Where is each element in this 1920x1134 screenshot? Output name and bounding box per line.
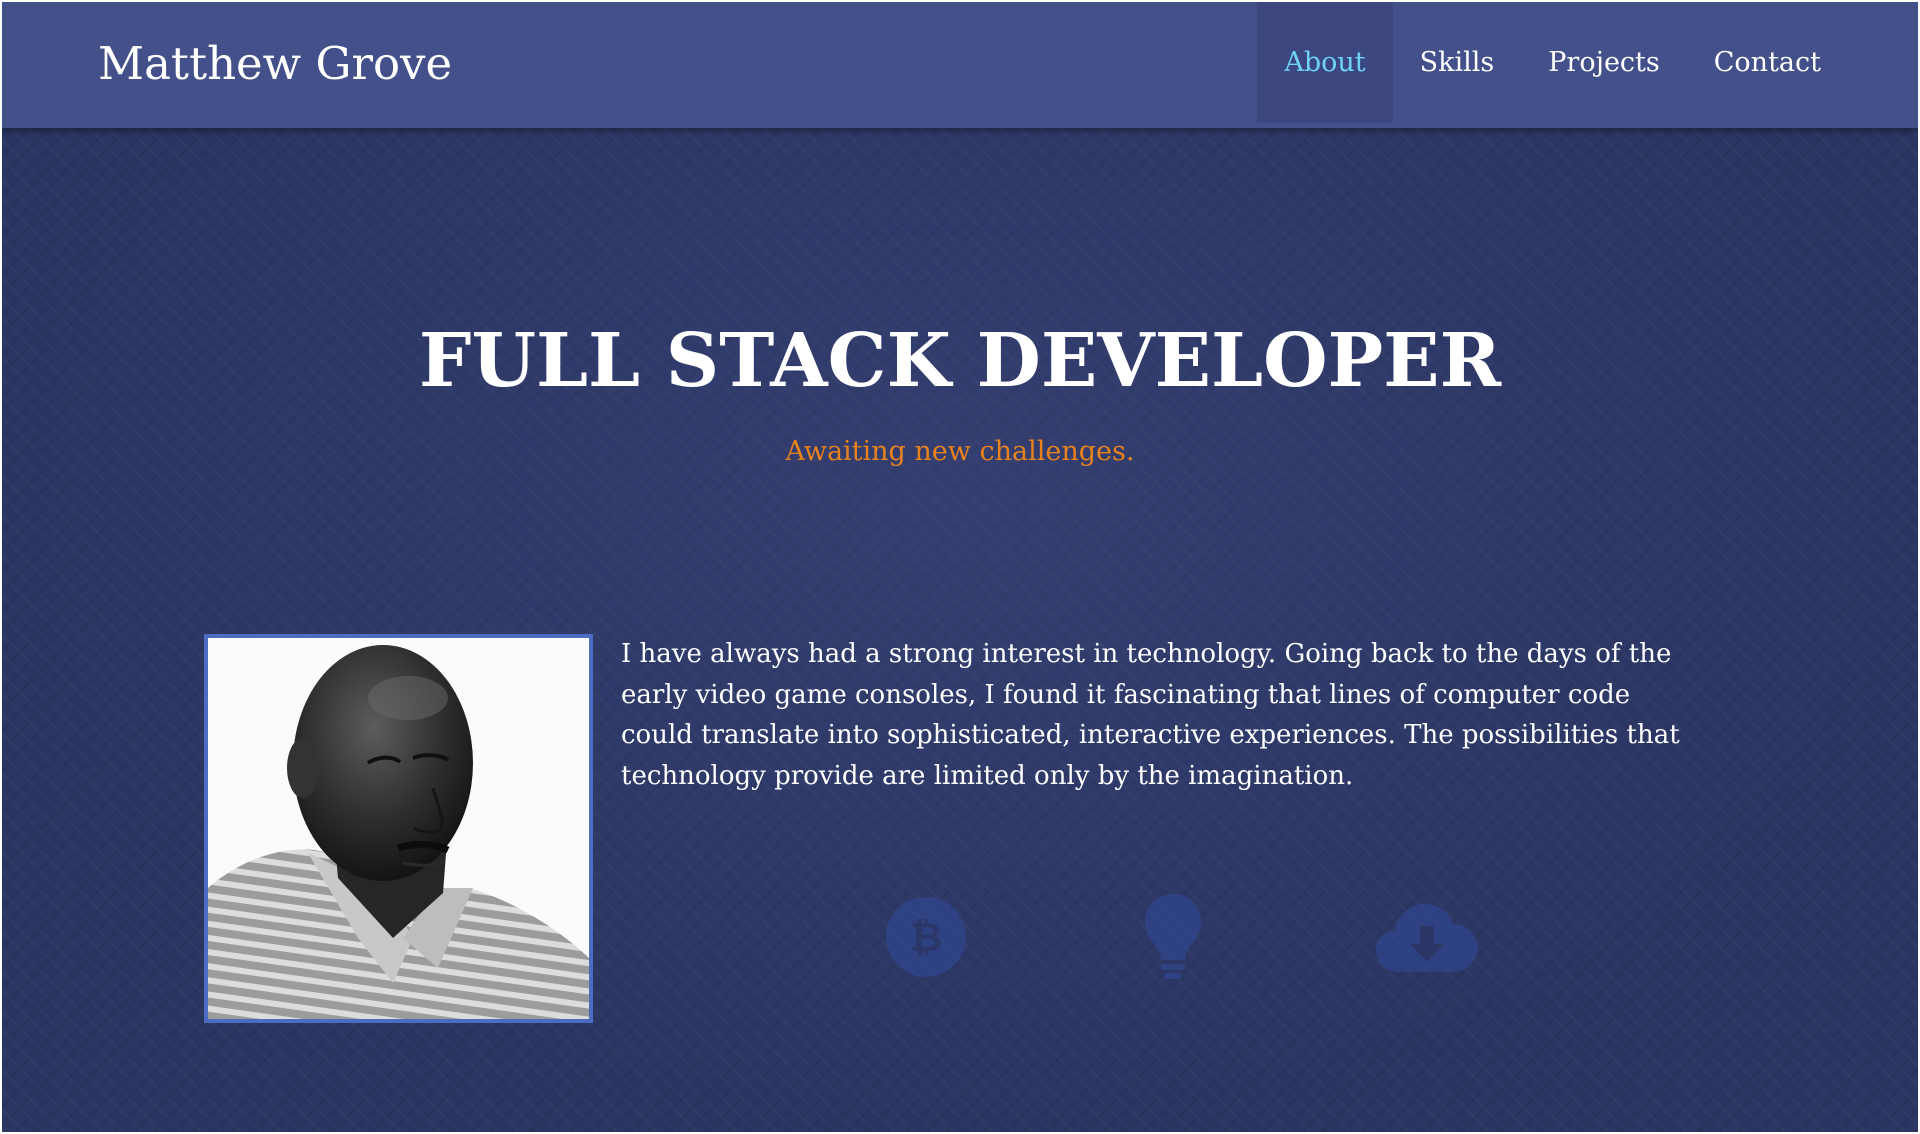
hero-title: FULL STACK DEVELOPER: [418, 318, 1502, 404]
nav-item-skills[interactable]: Skills: [1393, 2, 1522, 123]
nav-item-about[interactable]: About: [1257, 2, 1393, 123]
nav-item-projects[interactable]: Projects: [1521, 2, 1687, 123]
profile-photo: [204, 634, 593, 1023]
brand-name[interactable]: Matthew Grove: [98, 32, 452, 96]
nav-item-contact[interactable]: Contact: [1687, 2, 1848, 123]
svg-text:₿: ₿: [910, 915, 943, 961]
hero-subtitle: Awaiting new challenges.: [785, 436, 1135, 467]
about-paragraph: I have always had a strong interest in t…: [621, 639, 1680, 791]
navbar: Matthew Grove About Skills Projects Cont…: [2, 2, 1918, 128]
lightbulb-icon: [1142, 892, 1204, 982]
page: Matthew Grove About Skills Projects Cont…: [2, 2, 1918, 1132]
bitcoin-icon: ₿: [885, 896, 967, 978]
nav-menu: About Skills Projects Contact: [1257, 2, 1918, 123]
cloud-download-icon: [1374, 898, 1480, 976]
